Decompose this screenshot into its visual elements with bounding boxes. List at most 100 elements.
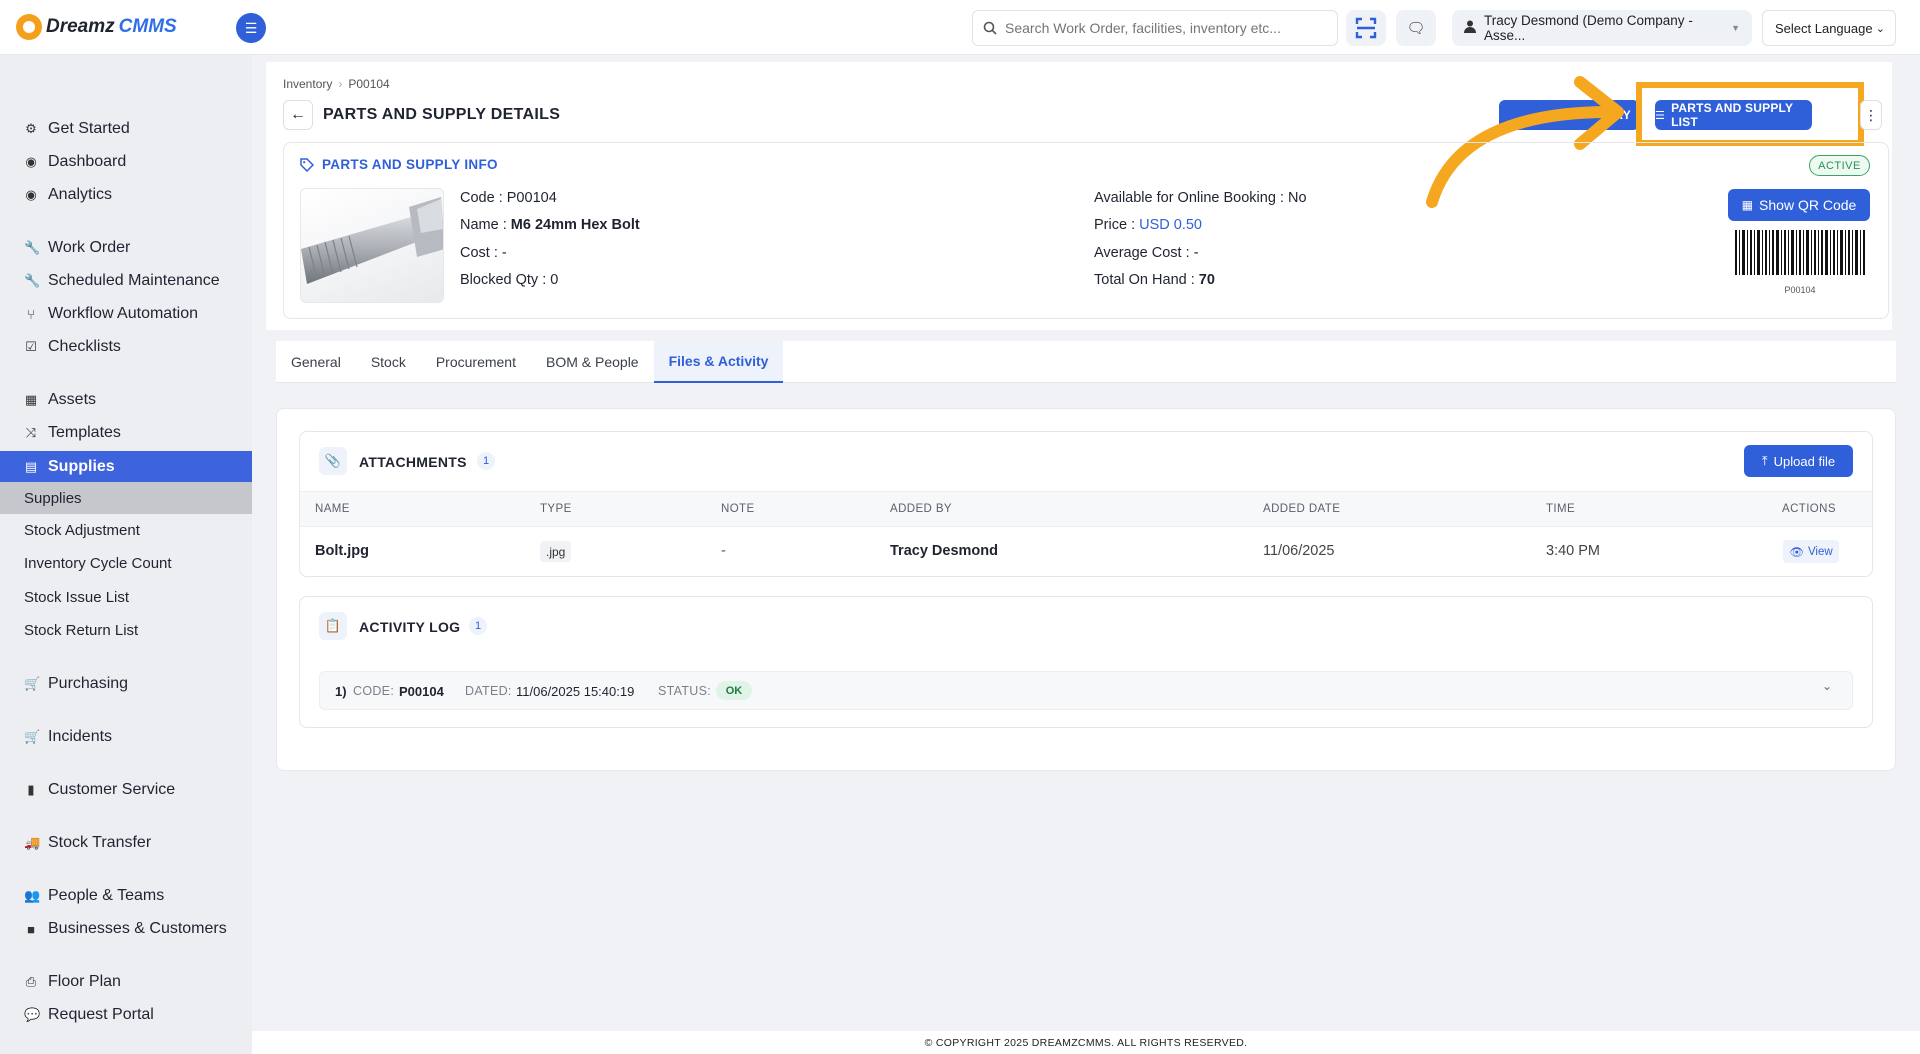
sidebar-item-label: Get Started [48,120,130,137]
show-qr-code-label: Show QR Code [1759,197,1857,213]
global-search[interactable] [972,10,1338,46]
sidebar-item-supplies[interactable]: ▤ Supplies [0,451,252,483]
qr-icon: ▦ [1741,198,1754,212]
price-field: Price : USD 0.50 [1094,217,1202,233]
status-badge: ACTIVE [1809,155,1870,176]
brand-name-part2: CMMS [118,16,177,37]
sidebar-item-request-portal[interactable]: 💬 Request Portal [0,999,252,1031]
product-image[interactable] [300,188,444,303]
sidebar-item-get-started[interactable]: ⚙ Get Started [0,113,252,145]
more-options-button[interactable]: ⋮ [1860,100,1882,130]
sidebar-subitem-stock-issue-list[interactable]: Stock Issue List [0,581,252,613]
barcode-label: P00104 [1784,285,1816,295]
log-status-badge: OK [716,681,752,700]
blocked-qty-value: 0 [550,272,559,288]
sidebar-item-scheduled-maintenance[interactable]: 🔧 Scheduled Maintenance [0,265,252,297]
search-input[interactable] [1005,20,1325,36]
sidebar-subitem-stock-adjustment[interactable]: Stock Adjustment [0,514,252,546]
checkbox-icon: ☑ [25,339,37,354]
footer-copyright: © COPYRIGHT 2025 DREAMZCMMS. ALL RIGHTS … [252,1031,1920,1054]
chevron-down-icon[interactable]: ⌄ [1822,679,1832,693]
scan-button[interactable] [1346,10,1386,46]
kebab-icon: ⋮ [1864,106,1878,123]
gear-logo-icon [16,14,42,40]
price-value: USD 0.50 [1139,217,1202,233]
workflow-icon: ⑂ [27,306,35,322]
brand-logo[interactable]: Dreamz CMMS [16,14,177,40]
view-attachment-button[interactable]: 👁 View [1783,540,1839,563]
language-select[interactable]: Select Language ⌄ [1762,10,1896,46]
sidebar-item-dashboard[interactable]: ◉ Dashboard [0,146,252,178]
blocked-qty-field: Blocked Qty : 0 [460,272,558,288]
menu-toggle-button[interactable]: ☰ [236,13,266,43]
sidebar-item-label: Templates [48,424,121,441]
sidebar-item-label: Floor Plan [48,973,121,990]
attachments-title: ATTACHMENTS [359,454,467,470]
file-icon: ▮ [27,782,35,797]
chat-button[interactable]: 🗨 [1396,10,1436,46]
sidebar-item-templates[interactable]: ⤨ Templates [0,417,252,449]
column-header-type: TYPE [540,503,572,515]
total-on-hand-value: 70 [1198,272,1215,288]
user-label: Tracy Desmond (Demo Company - Asse... [1484,13,1693,43]
sidebar-item-label: Assets [48,391,97,408]
back-button[interactable]: ← [283,100,313,130]
log-status-label: STATUS: [658,684,712,698]
breadcrumb-inventory-link[interactable]: Inventory [283,77,332,91]
sidebar-item-incidents[interactable]: 🛒 Incidents [0,721,252,753]
parts-info-title: PARTS AND SUPPLY INFO [300,157,498,172]
blocked-qty-label: Blocked Qty : [460,272,547,288]
cart-icon: 🛒 [24,676,41,691]
sidebar-item-label: Purchasing [48,675,129,692]
tab-bom-people[interactable]: BOM & People [531,341,654,383]
hamburger-icon: ☰ [244,19,258,36]
sidebar-item-label: Work Order [48,239,131,256]
code-label: Code : [460,190,503,206]
sidebar-item-businesses-customers[interactable]: ■ Businesses & Customers [0,913,252,945]
upload-file-button[interactable]: ⤒ Upload file [1744,445,1853,477]
sidebar-item-people-teams[interactable]: 👥 People & Teams [0,880,252,912]
sidebar-item-workflow-automation[interactable]: ⑂ Workflow Automation [0,298,252,330]
archive-icon: ▦ [24,392,38,407]
sidebar-subitem-inventory-cycle-count[interactable]: Inventory Cycle Count [0,547,252,579]
activity-log-title: ACTIVITY LOG [359,619,461,635]
sidebar-item-analytics[interactable]: ◉ Analytics [0,179,252,211]
attachments-count: 1 [477,452,495,470]
sidebar-item-purchasing[interactable]: 🛒 Purchasing [0,668,252,700]
gears-icon: ⚙ [25,121,37,136]
sidebar-subitem-supplies[interactable]: Supplies [0,482,252,514]
average-cost-label: Average Cost : [1094,245,1190,261]
log-index: 1) [335,684,347,699]
sidebar-item-label: Stock Transfer [48,834,152,851]
online-booking-field: Available for Online Booking : No [1094,190,1307,206]
sidebar-item-label: Analytics [48,186,113,203]
sidebar-subitem-stock-return-list[interactable]: Stock Return List [0,614,252,646]
user-menu[interactable]: Tracy Desmond (Demo Company - Asse... ▼ [1452,10,1752,46]
chat-icon: 💬 [24,1007,41,1022]
sidebar-subitem-label: Stock Issue List [24,588,130,606]
user-icon [1464,20,1476,36]
sidebar-item-stock-transfer[interactable]: 🚚 Stock Transfer [0,827,252,859]
sidebar-item-floor-plan[interactable]: ⎙ Floor Plan [0,966,252,998]
sidebar-subitem-label: Stock Adjustment [24,521,140,539]
shuffle-icon: ⤨ [25,425,37,440]
upload-file-label: Upload file [1773,453,1836,469]
tab-files-activity[interactable]: Files & Activity [653,341,784,383]
sidebar-item-assets[interactable]: ▦ Assets [0,384,252,416]
activity-log-row[interactable]: 1) CODE: P00104 DATED: 11/06/2025 15:40:… [319,671,1853,710]
tab-procurement[interactable]: Procurement [421,341,531,383]
average-cost-field: Average Cost : - [1094,245,1199,261]
show-qr-code-button[interactable]: ▦ Show QR Code [1728,189,1870,221]
attachment-note: - [721,543,726,559]
attachment-name[interactable]: Bolt.jpg [315,543,369,559]
sidebar-item-work-order[interactable]: 🔧 Work Order [0,232,252,264]
tab-general[interactable]: General [276,341,356,383]
arrow-left-icon: ← [290,106,306,123]
code-field: Code : P00104 [460,190,557,206]
sidebar-item-label: Dashboard [48,153,127,170]
tab-stock[interactable]: Stock [356,341,421,383]
code-value: P00104 [506,190,557,206]
column-header-actions: ACTIONS [1782,503,1836,515]
sidebar-item-checklists[interactable]: ☑ Checklists [0,331,252,363]
sidebar-item-customer-service[interactable]: ▮ Customer Service [0,774,252,806]
